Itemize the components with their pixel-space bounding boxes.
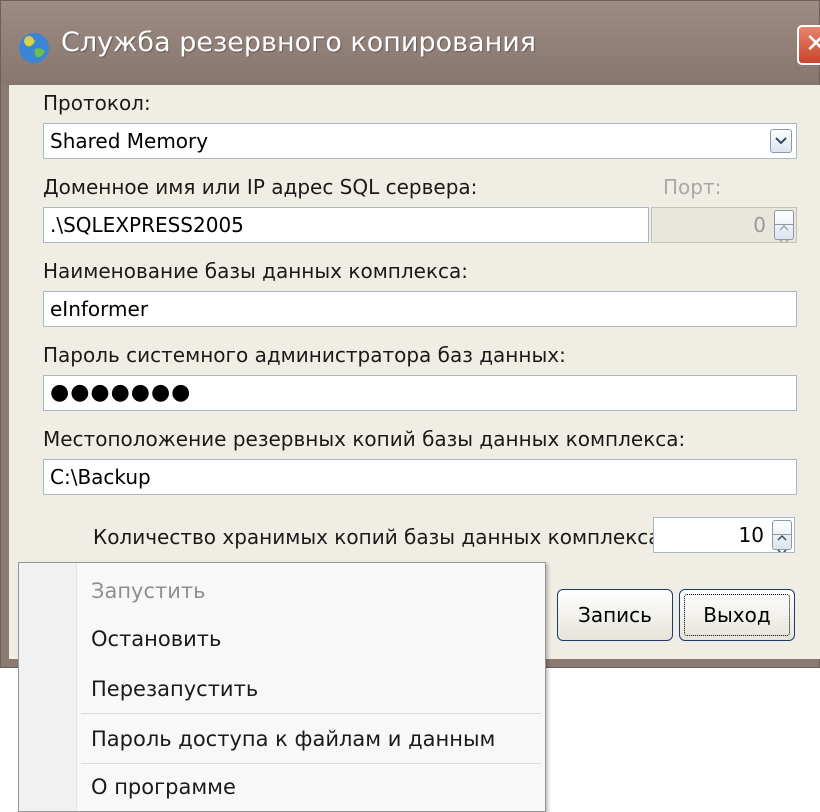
menu-item-about[interactable]: О программе — [91, 775, 236, 799]
menu-icon-gutter — [19, 563, 77, 811]
password-mask: ●●●●●●● — [50, 380, 192, 405]
password-input[interactable]: ●●●●●●● — [43, 375, 797, 411]
backup-path-input[interactable]: C:\Backup — [43, 459, 797, 495]
menu-item-stop[interactable]: Остановить — [91, 627, 221, 651]
db-name-label: Наименование базы данных комплекса: — [43, 259, 469, 283]
chevron-down-icon — [779, 239, 789, 242]
db-name-value: eInformer — [50, 297, 149, 321]
server-input[interactable]: .\SQLEXPRESS2005 — [43, 207, 649, 243]
port-value: 0 — [753, 213, 766, 237]
port-up-button — [775, 211, 793, 231]
server-label: Доменное имя или IP адрес SQL сервера: — [43, 175, 478, 199]
db-name-input[interactable]: eInformer — [43, 291, 797, 327]
menu-separator — [81, 763, 541, 764]
window-title: Служба резервного копирования — [61, 27, 537, 58]
backup-path-label: Местоположение резервных копий базы данн… — [43, 427, 686, 451]
copies-stepper[interactable]: 10 — [653, 517, 795, 553]
menu-separator — [81, 713, 541, 714]
copies-value: 10 — [738, 523, 764, 547]
server-value: .\SQLEXPRESS2005 — [50, 213, 244, 237]
copies-spin-buttons[interactable] — [772, 520, 792, 552]
menu-item-access-password[interactable]: Пароль доступа к файлам и данным — [91, 727, 495, 751]
globe-icon — [19, 33, 49, 63]
protocol-dropdown-button[interactable] — [770, 129, 792, 153]
menu-item-start: Запустить — [91, 579, 206, 603]
port-spin-buttons — [774, 210, 794, 242]
port-down-button — [775, 225, 793, 242]
port-stepper: 0 — [651, 207, 797, 243]
protocol-value: Shared Memory — [50, 129, 209, 153]
copies-up-button[interactable] — [773, 521, 791, 541]
copies-label: Количество хранимых копий базы данных ко… — [93, 525, 668, 549]
exit-button-label: Выход — [703, 603, 771, 627]
close-button[interactable]: ✕ — [797, 25, 820, 65]
chevron-down-icon — [777, 549, 787, 552]
title-bar[interactable]: Служба резервного копирования ✕ — [1, 1, 820, 85]
exit-button[interactable]: Выход — [679, 589, 795, 641]
save-button[interactable]: Запись — [557, 589, 673, 641]
port-label: Порт: — [663, 175, 722, 199]
chevron-down-icon — [775, 137, 787, 145]
password-label: Пароль системного администратора баз дан… — [43, 343, 566, 367]
tray-context-menu: Запустить Остановить Перезапустить Парол… — [18, 562, 546, 812]
close-icon: ✕ — [805, 29, 820, 59]
menu-item-restart[interactable]: Перезапустить — [91, 677, 258, 701]
copies-down-button[interactable] — [773, 535, 791, 552]
protocol-label: Протокол: — [43, 91, 151, 115]
backup-path-value: C:\Backup — [50, 465, 151, 489]
protocol-select[interactable]: Shared Memory — [43, 123, 797, 159]
